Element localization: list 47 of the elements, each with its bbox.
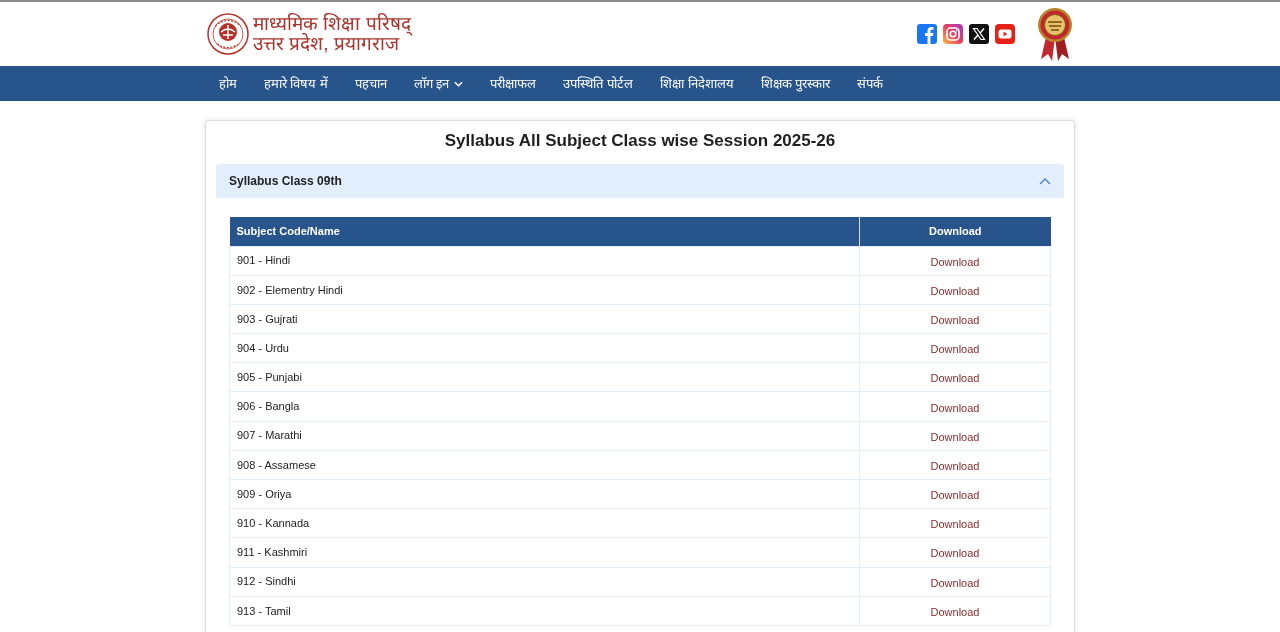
- download-link[interactable]: Download: [930, 372, 980, 385]
- download-link[interactable]: Download: [930, 401, 980, 414]
- download-link[interactable]: Download: [930, 459, 980, 472]
- nav-link[interactable]: पहचान: [341, 73, 401, 94]
- download-link[interactable]: Download: [930, 255, 980, 268]
- subject-cell: 907 - Marathi: [229, 421, 860, 451]
- nav-link[interactable]: होम: [205, 73, 250, 94]
- nav-link[interactable]: हमारे विषय में: [250, 73, 342, 94]
- subject-cell: 901 - Hindi: [229, 246, 860, 276]
- subject-cell: 904 - Urdu: [229, 333, 860, 363]
- nav-link[interactable]: उपस्थिति पोर्टल: [549, 73, 647, 94]
- subject-cell: 902 - Elementry Hindi: [229, 275, 860, 305]
- subject-cell: 906 - Bangla: [229, 391, 860, 422]
- subject-cell: 912 - Sindhi: [229, 567, 860, 597]
- logo-text: माध्यमिक शिक्षा परिषद्: [253, 14, 411, 34]
- download-link[interactable]: Download: [930, 430, 980, 443]
- download-link[interactable]: Download: [930, 547, 980, 560]
- subject-cell: 909 - Oriya: [229, 479, 860, 509]
- download-link[interactable]: Download: [930, 343, 980, 356]
- subject-cell: 913 - Tamil: [229, 596, 860, 626]
- subject-cell: 910 - Kannada: [229, 508, 860, 538]
- subject-cell: 911 - Kashmiri: [229, 537, 860, 568]
- download-link[interactable]: Download: [930, 605, 980, 618]
- download-link[interactable]: Download: [930, 576, 980, 589]
- download-link[interactable]: Download: [930, 284, 980, 297]
- download-link[interactable]: Download: [930, 518, 980, 531]
- emblem-icon: [207, 13, 249, 55]
- nav-link[interactable]: शिक्षा निदेशालय: [646, 73, 748, 94]
- column-header: Subject Code/Name: [229, 217, 860, 246]
- nav-link[interactable]: लॉग इन: [400, 73, 477, 94]
- subject-cell: 905 - Punjabi: [229, 362, 860, 392]
- subject-cell: 903 - Gujrati: [229, 304, 860, 334]
- logo-text: उत्तर प्रदेश, प्रयागराज: [253, 34, 400, 54]
- award-ribbon-icon[interactable]: [1037, 7, 1073, 61]
- page-title: Syllabus All Subject Class wise Session 2025-26: [443, 130, 837, 152]
- download-link[interactable]: Download: [930, 313, 980, 326]
- nav-link[interactable]: संपर्क: [843, 73, 897, 94]
- nav-link[interactable]: परीक्षाफल: [476, 73, 550, 94]
- youtube-icon[interactable]: [995, 24, 1015, 44]
- nav-link[interactable]: शिक्षक पुरस्कार: [747, 73, 844, 94]
- subject-cell: 908 - Assamese: [229, 450, 860, 480]
- column-header: Download: [859, 217, 1051, 246]
- download-link[interactable]: Download: [930, 489, 980, 502]
- x-logo-icon[interactable]: [969, 24, 989, 44]
- instagram-icon[interactable]: [943, 24, 963, 44]
- facebook-icon[interactable]: [917, 24, 937, 44]
- accordion-header[interactable]: Syllabus Class 09th: [216, 164, 1064, 198]
